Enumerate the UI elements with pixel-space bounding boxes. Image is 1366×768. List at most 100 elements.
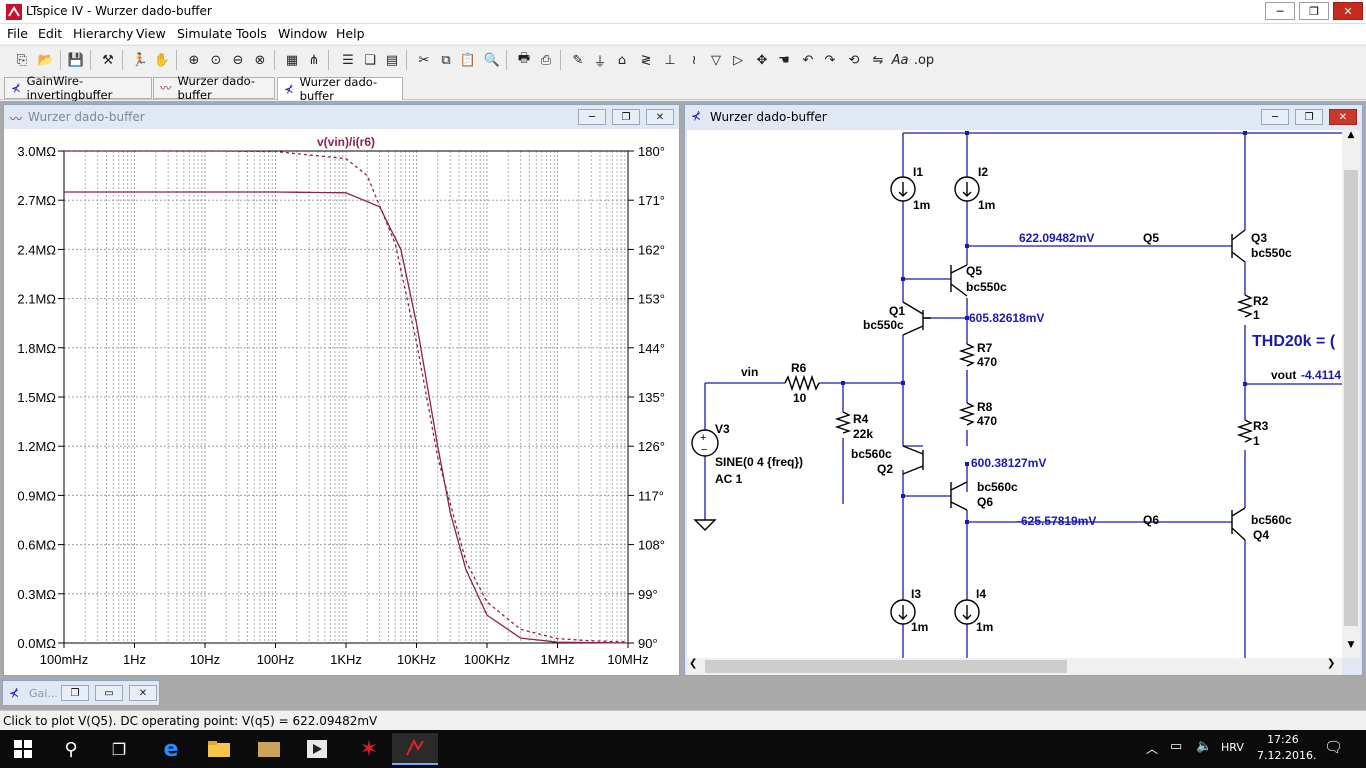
mirror-icon[interactable]: ⇋ — [868, 50, 888, 70]
ltspice-taskbar-icon[interactable] — [392, 733, 438, 765]
new-schematic-icon[interactable]: ⎘ — [12, 50, 32, 70]
schematic-close-button[interactable]: ✕ — [1329, 109, 1357, 125]
network-icon[interactable]: ▭ — [1170, 739, 1182, 754]
clock-time[interactable]: 17:26 — [1267, 733, 1299, 746]
label-q6-model[interactable]: bc560c — [977, 480, 1018, 494]
fft-icon[interactable]: ⋔ — [304, 50, 324, 70]
edge-browser-icon[interactable]: e — [148, 733, 194, 765]
paste-icon[interactable]: 📋 — [458, 50, 478, 70]
label-q1[interactable]: Q1 — [889, 304, 905, 318]
label-r2-value[interactable]: 1 — [1253, 308, 1260, 322]
label-r2[interactable]: R2 — [1253, 294, 1269, 308]
label-i1-value[interactable]: 1m — [913, 198, 930, 212]
tab-gainwire[interactable]: ⊀ GainWire-invertingbuffer — [4, 74, 152, 102]
capacitor-icon[interactable]: ⊥ — [660, 50, 680, 70]
save-icon[interactable]: 💾 — [66, 50, 86, 70]
label-i4-value[interactable]: 1m — [976, 620, 993, 634]
menu-hierarchy[interactable]: Hierarchy — [73, 26, 133, 41]
menu-help[interactable]: Help — [336, 26, 365, 41]
vertical-scroll-thumb[interactable] — [1344, 170, 1358, 626]
zoom-in-icon[interactable]: ⊕ — [184, 50, 204, 70]
label-v3-source[interactable]: SINE(0 4 {freq}) — [715, 455, 803, 469]
label-r4[interactable]: R4 — [853, 412, 869, 426]
scroll-left-icon[interactable]: ❮ — [689, 658, 703, 675]
thd-directive[interactable]: THD20k = ( — [1252, 333, 1336, 350]
wire-icon[interactable]: ✎ — [568, 50, 588, 70]
minimized-restore-button[interactable]: ❐ — [61, 685, 89, 701]
plot-minimize-button[interactable]: ─ — [578, 109, 606, 125]
copy-icon[interactable]: ⧉ — [436, 50, 456, 70]
game-app-icon[interactable]: ✶ — [346, 733, 392, 765]
bode-plot[interactable]: 3.0MΩ 180° 2.7MΩ 171° 2.4MΩ 162° 2.1MΩ 153° 1.8M… — [4, 129, 679, 675]
vertical-scrollbar[interactable]: ▲ ▼ — [1342, 130, 1360, 658]
menu-file[interactable]: File — [7, 26, 28, 41]
label-q5[interactable]: Q5 — [966, 264, 982, 278]
voltage-mid-bottom[interactable]: 600.38127mV — [971, 456, 1046, 470]
net-label-vout[interactable]: vout — [1271, 368, 1296, 382]
chevron-up-icon[interactable]: ︿ — [1146, 740, 1158, 757]
task-view-icon[interactable]: ❐ — [96, 733, 142, 765]
component-icon[interactable]: ▷ — [728, 50, 748, 70]
open-icon[interactable]: 📂 — [36, 50, 56, 70]
net-label-vin[interactable]: vin — [741, 365, 758, 379]
close-button[interactable]: ✕ — [1333, 2, 1363, 20]
label-r6-value[interactable]: 10 — [793, 391, 807, 405]
minimized-window[interactable]: ⊀ Gai... ❐ ▭ ✕ — [2, 680, 160, 706]
resistor-icon[interactable]: ≷ — [636, 50, 656, 70]
halt-icon[interactable]: ✋ — [152, 50, 172, 70]
label-r4-value[interactable]: 22k — [853, 427, 873, 441]
autorange-icon[interactable]: ▦ — [282, 50, 302, 70]
restore-button[interactable]: ❐ — [1299, 2, 1329, 20]
label-i2-value[interactable]: 1m — [978, 198, 995, 212]
search-icon[interactable]: ⚲ — [48, 733, 94, 765]
net-label-q6[interactable]: Q6 — [1143, 513, 1159, 527]
inductor-icon[interactable]: ≀ — [684, 50, 704, 70]
label-r6[interactable]: R6 — [791, 361, 807, 375]
label-r8-value[interactable]: 470 — [977, 414, 997, 428]
drag-icon[interactable]: ☚ — [774, 50, 794, 70]
pan-icon[interactable]: ⊙ — [206, 50, 226, 70]
horizontal-scroll-thumb[interactable] — [705, 660, 1067, 673]
label-r3[interactable]: R3 — [1253, 419, 1269, 433]
minimized-close-button[interactable]: ✕ — [129, 685, 157, 701]
label-q5-model[interactable]: bc550c — [966, 280, 1007, 294]
voltage-vout[interactable]: -4.4114 — [1301, 368, 1341, 382]
voltage-q5[interactable]: 622.09482mV — [1019, 231, 1094, 245]
menu-view[interactable]: View — [136, 26, 166, 41]
label-q6[interactable]: Q6 — [977, 495, 993, 509]
ground-icon[interactable]: ⏚ — [590, 50, 610, 70]
spice-directive-icon[interactable]: .op — [914, 50, 934, 70]
label-q3-model[interactable]: bc550c — [1251, 246, 1292, 260]
label-q3[interactable]: Q3 — [1251, 231, 1267, 245]
label-q4-model[interactable]: bc560c — [1251, 513, 1292, 527]
label-q4[interactable]: Q4 — [1253, 528, 1269, 542]
control-panel-icon[interactable]: ⚒ — [98, 50, 118, 70]
notifications-icon[interactable]: 🗨 — [1324, 738, 1343, 756]
tile-horizontal-icon[interactable]: ☰ — [338, 50, 358, 70]
folder-app-icon[interactable] — [246, 733, 292, 765]
label-q2[interactable]: Q2 — [877, 462, 893, 476]
redo-icon[interactable]: ↷ — [820, 50, 840, 70]
cascade-icon[interactable]: ❏ — [360, 50, 380, 70]
tab-wurzer-schematic[interactable]: ⊀ Wurzer dado-buffer — [277, 75, 403, 103]
zoom-out-icon[interactable]: ⊖ — [228, 50, 248, 70]
label-r7[interactable]: R7 — [977, 341, 993, 355]
voltage-q6[interactable]: -625.57819mV — [1017, 514, 1096, 528]
volume-icon[interactable]: 🔈 — [1196, 739, 1212, 754]
label-q2-model[interactable]: bc560c — [851, 447, 892, 461]
tab-wurzer-plot[interactable]: 〰 Wurzer dado-buffer — [153, 74, 275, 102]
plot-close-button[interactable]: ✕ — [646, 109, 674, 125]
move-icon[interactable]: ✥ — [752, 50, 772, 70]
start-button[interactable] — [0, 733, 46, 765]
diode-icon[interactable]: ▽ — [706, 50, 726, 70]
schematic-restore-button[interactable]: ❐ — [1295, 109, 1323, 125]
label-i3-value[interactable]: 1m — [911, 620, 928, 634]
run-icon[interactable]: 🏃 — [130, 50, 150, 70]
plot-restore-button[interactable]: ❐ — [612, 109, 640, 125]
label-r7-value[interactable]: 470 — [977, 355, 997, 369]
label-i2[interactable]: I2 — [978, 165, 988, 179]
menu-simulate[interactable]: Simulate — [177, 26, 232, 41]
label-i1[interactable]: I1 — [913, 165, 923, 179]
minimized-maximize-button[interactable]: ▭ — [95, 685, 123, 701]
find-icon[interactable]: 🔍 — [482, 50, 502, 70]
